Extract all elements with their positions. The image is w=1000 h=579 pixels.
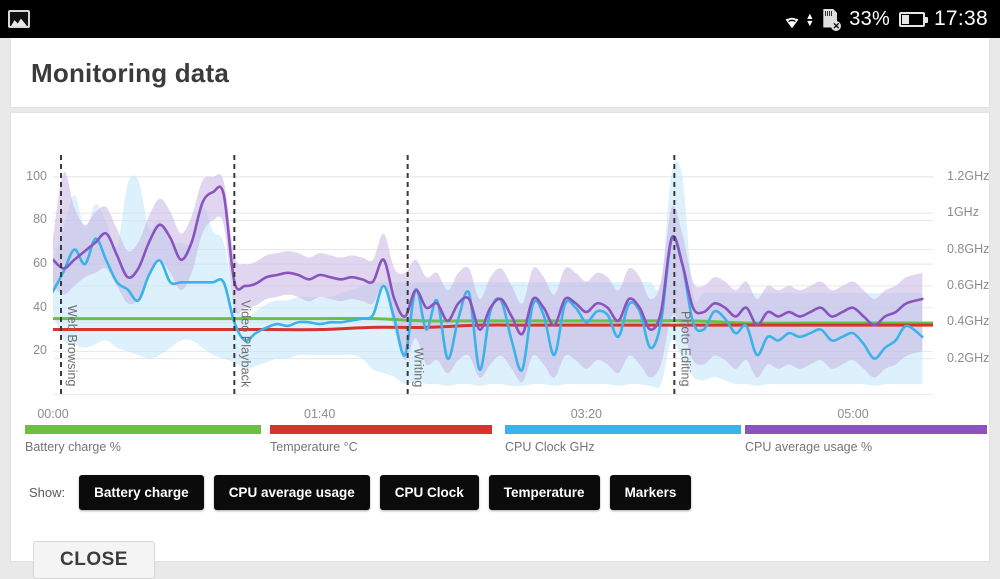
y-axis-right-tick: 1GHz — [947, 205, 979, 220]
legend-item: CPU Clock GHz — [505, 425, 741, 454]
show-button-temperature[interactable]: Temperature — [488, 475, 600, 510]
chart-marker-label: Photo Editing — [678, 311, 693, 387]
show-button-markers[interactable]: Markers — [609, 475, 692, 510]
y-axis-right-tick: 0.8GHz — [947, 241, 990, 256]
x-axis-tick: 00:00 — [37, 407, 69, 421]
legend-item: CPU average usage % — [745, 425, 987, 454]
show-button-cpu-average-usage[interactable]: CPU average usage — [213, 475, 370, 510]
y-axis-right-tick: 0.2GHz — [947, 350, 990, 365]
data-transfer-arrows-icon: ▲ ▼ — [805, 10, 815, 28]
y-axis-left-tick: 40 — [33, 299, 47, 314]
page-title: Monitoring data — [31, 58, 229, 88]
chart-marker-label: Web Browsing — [65, 305, 79, 387]
chart-canvas — [53, 155, 933, 395]
y-axis-left-tick: 100 — [26, 168, 47, 183]
legend-swatch-cpuusage — [745, 425, 987, 434]
battery-percent-label: 33% — [849, 7, 890, 30]
y-axis-right-tick: 0.6GHz — [947, 277, 990, 292]
wifi-icon — [785, 15, 799, 28]
close-button[interactable]: CLOSE — [33, 541, 155, 579]
battery-icon — [898, 11, 928, 27]
android-status-bar: ▲ ▼ ✕ 33% 17:38 — [0, 0, 1000, 38]
wifi-status-group: ▲ ▼ — [780, 10, 814, 29]
y-axis-left-tick: 60 — [33, 256, 47, 271]
chart-marker-label: Video Playback — [238, 299, 253, 387]
show-button-cpu-clock[interactable]: CPU Clock — [379, 475, 479, 510]
legend-label-cpuclock: CPU Clock GHz — [505, 440, 595, 454]
sd-card-error-icon: ✕ — [823, 8, 842, 31]
show-toggle-row: Show: Battery charge CPU average usage C… — [29, 475, 692, 510]
show-label: Show: — [29, 485, 66, 500]
clock-label: 17:38 — [933, 7, 988, 30]
monitoring-card: 20 40 60 80 100 0.2GHz 0.4GHz 0.6GHz 0.8GHz 1GHz 1… — [10, 112, 991, 579]
legend-item: Temperature °C — [270, 425, 492, 454]
legend-item: Battery charge % — [25, 425, 261, 454]
y-axis-right-tick: 0.4GHz — [947, 314, 990, 329]
legend-label-battery: Battery charge % — [25, 440, 121, 454]
gallery-icon — [8, 10, 30, 28]
legend-swatch-battery — [25, 425, 261, 434]
y-axis-left-tick: 80 — [33, 212, 47, 227]
y-axis-left-tick: 20 — [33, 343, 47, 358]
chart-marker-label: Writing — [411, 347, 426, 387]
title-card: Monitoring data — [10, 38, 990, 108]
legend-label-cpuusage: CPU average usage % — [745, 440, 873, 454]
show-button-battery-charge[interactable]: Battery charge — [79, 475, 204, 510]
x-axis-tick: 01:40 — [304, 407, 336, 421]
y-axis-right-tick: 1.2GHz — [947, 168, 990, 183]
legend-swatch-temperature — [270, 425, 492, 434]
chart-plot-area — [53, 155, 933, 395]
chart-legend: Battery charge % Temperature °C CPU Cloc… — [11, 425, 991, 465]
x-axis-tick: 05:00 — [837, 407, 869, 421]
legend-label-temperature: Temperature °C — [270, 440, 358, 454]
x-axis-tick: 03:20 — [570, 407, 602, 421]
monitoring-chart: 20 40 60 80 100 0.2GHz 0.4GHz 0.6GHz 0.8GHz 1GHz 1… — [11, 123, 991, 421]
legend-swatch-cpuclock — [505, 425, 741, 434]
